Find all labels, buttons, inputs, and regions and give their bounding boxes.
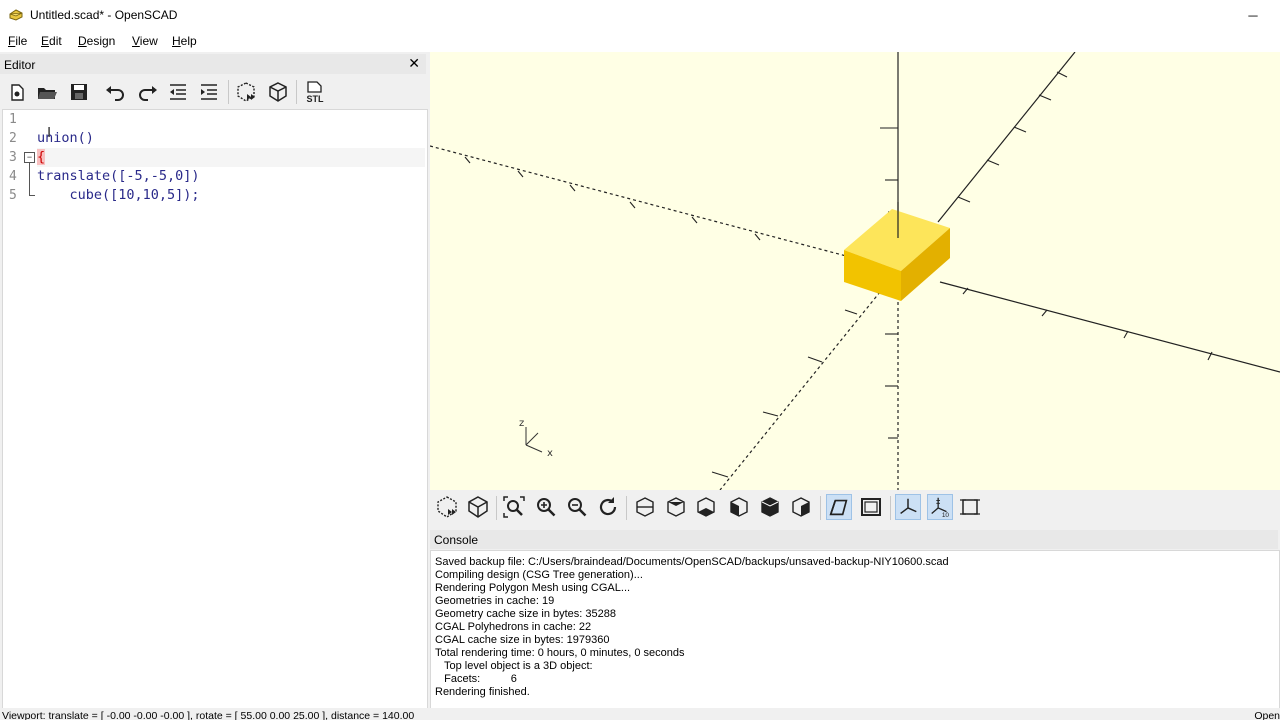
toolbar-separator (496, 496, 497, 520)
view-top-icon[interactable] (663, 494, 689, 520)
export-stl-icon[interactable]: STL (303, 80, 327, 104)
open-icon[interactable] (35, 80, 59, 104)
gizmo-x-label: x (547, 448, 553, 459)
viewport-toolbar: 10 (430, 490, 1280, 526)
preview-icon[interactable] (234, 80, 258, 104)
fold-marker-end (29, 195, 35, 196)
show-axes-icon[interactable] (895, 494, 921, 520)
3d-viewport[interactable]: z x (430, 52, 1280, 490)
viewport-status: Viewport: translate = [ -0.00 -0.00 -0.0… (2, 710, 415, 720)
show-edges-icon[interactable] (957, 494, 983, 520)
toolbar-separator (626, 496, 627, 520)
console-line: Top level object is a 3D object: (435, 660, 593, 672)
line-number: 2 (9, 131, 17, 146)
view-front-icon[interactable] (757, 494, 783, 520)
render-icon[interactable] (266, 80, 290, 104)
save-icon[interactable] (67, 80, 91, 104)
preview-icon[interactable] (434, 494, 460, 520)
console-line: Compiling design (CSG Tree generation)..… (435, 569, 643, 581)
line-number: 1 (9, 112, 17, 127)
console-output[interactable]: Saved backup file: C:/Users/braindead/Do… (430, 550, 1280, 710)
toolbar-separator (296, 80, 297, 104)
view-right-icon[interactable] (632, 494, 658, 520)
title-bar: Untitled.scad* - OpenSCAD ─ (0, 0, 1280, 31)
editor-header: Editor ✕ (0, 54, 426, 74)
perspective-icon[interactable] (826, 494, 852, 520)
code-line: cube([10,10,5]); (37, 187, 200, 203)
console-line: CGAL Polyhedrons in cache: 22 (435, 621, 592, 633)
console-line: Geometries in cache: 19 (435, 595, 555, 607)
menu-bar: File Edit Design View Help (0, 31, 1280, 52)
y-axis-positive (937, 52, 1076, 223)
line-number-gutter: 1 2 3 4 5 (3, 110, 37, 708)
cube-object (844, 209, 950, 301)
console-line: Geometry cache size in bytes: 35288 (435, 608, 616, 620)
editor-title: Editor (4, 58, 36, 72)
toolbar-separator (228, 80, 229, 104)
zoom-out-icon[interactable] (564, 494, 590, 520)
console-line: CGAL cache size in bytes: 1979360 (435, 634, 610, 646)
menu-design[interactable]: Design (78, 34, 115, 48)
console-line: Total rendering time: 0 hours, 0 minutes… (435, 647, 685, 659)
orthogonal-icon[interactable] (858, 494, 884, 520)
svg-text:STL: STL (307, 94, 325, 104)
status-bar: Viewport: translate = [ -0.00 -0.00 -0.0… (0, 708, 1280, 720)
svg-text:10: 10 (942, 512, 950, 519)
show-scale-markers-icon[interactable]: 10 (927, 494, 953, 520)
axes-gizmo: z x (519, 418, 553, 459)
menu-edit[interactable]: Edit (41, 34, 62, 48)
console-title: Console (434, 533, 479, 547)
text-cursor-icon: I (47, 124, 52, 141)
window-title: Untitled.scad* - OpenSCAD (30, 8, 178, 22)
redo-icon[interactable] (135, 80, 159, 104)
fold-toggle-icon[interactable]: − (24, 152, 35, 163)
fold-marker-line (29, 163, 30, 195)
unindent-icon[interactable] (166, 80, 190, 104)
console-line: Saved backup file: C:/Users/braindead/Do… (435, 556, 949, 568)
console-header: Console (430, 530, 1278, 549)
view-left-icon[interactable] (726, 494, 752, 520)
zoom-in-icon[interactable] (533, 494, 559, 520)
x-axis-negative (430, 145, 851, 258)
render-icon[interactable] (465, 494, 491, 520)
code-editor[interactable]: 1 2 3 4 5 − union() { translate([-5,-5,0… (2, 109, 428, 709)
indent-icon[interactable] (197, 80, 221, 104)
line-number: 3 (9, 150, 17, 165)
reset-view-icon[interactable] (595, 494, 621, 520)
line-number: 5 (9, 188, 17, 203)
toolbar-separator (890, 496, 891, 520)
gizmo-z-label: z (519, 418, 524, 429)
menu-file[interactable]: File (8, 34, 27, 48)
console-line: Rendering Polygon Mesh using CGAL... (435, 582, 631, 594)
line-number: 4 (9, 169, 17, 184)
new-icon[interactable] (5, 80, 29, 104)
current-line-highlight (37, 148, 425, 167)
x-axis-positive (939, 281, 1280, 373)
view-bottom-icon[interactable] (693, 494, 719, 520)
y-axis-negative (719, 291, 881, 490)
console-line: Rendering finished. (435, 686, 530, 698)
menu-help[interactable]: Help (172, 34, 197, 48)
view-back-icon[interactable] (788, 494, 814, 520)
code-line: union() (37, 130, 94, 146)
matched-brace: { (37, 149, 46, 165)
menu-view[interactable]: View (132, 34, 158, 48)
openscad-logo-icon (9, 9, 23, 21)
toolbar-separator (820, 496, 821, 520)
3d-scene: z x (430, 52, 1280, 490)
editor-toolbar: STL (0, 74, 426, 108)
editor-close-button[interactable]: ✕ (408, 55, 420, 72)
view-all-icon[interactable] (501, 494, 527, 520)
code-line: translate([-5,-5,0]) (37, 168, 200, 184)
console-panel: Console Saved backup file: C:/Users/brai… (430, 530, 1280, 710)
minimize-button[interactable]: ─ (1230, 0, 1276, 31)
undo-icon[interactable] (104, 80, 128, 104)
status-right-text: Open (1254, 710, 1280, 720)
code-line: { (37, 149, 46, 165)
console-line: Facets: 6 (435, 673, 517, 685)
scale-markers (464, 71, 1213, 478)
editor-panel: Editor ✕ STL 1 2 3 4 5 − union() {trans… (0, 52, 428, 709)
